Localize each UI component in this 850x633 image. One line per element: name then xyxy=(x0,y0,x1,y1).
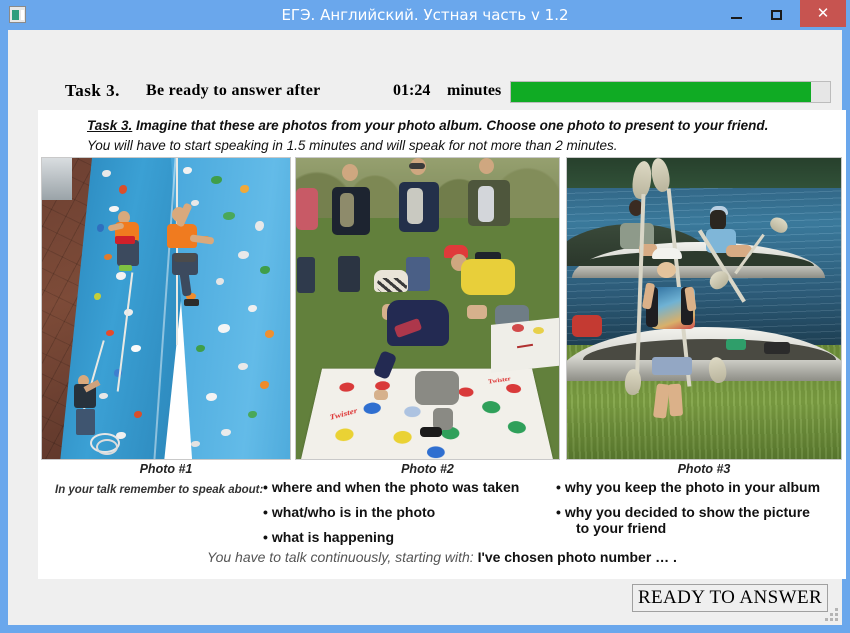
title-bar: ЕГЭ. Английский. Устная часть v 1.2 ✕ xyxy=(0,0,850,30)
countdown-timer: 01:24 xyxy=(393,82,431,99)
photo-3-far-bank xyxy=(567,158,841,189)
photo-3-red-bag xyxy=(572,314,603,337)
application-window: ЕГЭ. Английский. Устная часть v 1.2 ✕ Ta… xyxy=(0,0,850,633)
instruction-text-1: Imagine that these are photos from your … xyxy=(136,118,769,133)
list-item: • what is happening xyxy=(263,529,563,545)
instruction-task-tag: Task 3. xyxy=(87,118,133,133)
photo-2-caption: Photo #2 xyxy=(401,462,454,476)
bullet-text: what/who is in the photo xyxy=(271,504,436,520)
bullet-list-right: • why you keep the photo in your album • w… xyxy=(556,479,850,545)
closing-instruction: You have to talk continuously, starting … xyxy=(38,549,846,565)
minimize-button[interactable] xyxy=(722,0,750,28)
timer-units-label: minutes xyxy=(447,82,502,99)
instruction-line-2: You will have to start speaking in 1.5 m… xyxy=(87,138,618,153)
photo-3-green-bag xyxy=(725,338,746,350)
close-button[interactable]: ✕ xyxy=(800,0,846,27)
closing-instruction-italic: You have to talk continuously, starting … xyxy=(207,549,474,565)
photo-3-canoeing[interactable] xyxy=(566,157,842,460)
bullet-marker: • xyxy=(556,479,561,495)
speak-about-label: In your talk remember to speak about: xyxy=(55,484,264,496)
ready-prompt-label: Be ready to answer after xyxy=(146,82,321,99)
instruction-line-1: Task 3. Imagine that these are photos fr… xyxy=(87,118,768,133)
client-area: Task 3. Be ready to answer after 01:24 m… xyxy=(8,30,846,625)
photo-1-climber-woman xyxy=(104,209,154,299)
progress-bar-fill xyxy=(511,82,811,102)
photo-3-denim-shorts xyxy=(652,356,693,375)
minimize-icon xyxy=(731,17,742,19)
photo-2-standing-person-4 xyxy=(296,188,328,339)
list-item: • what/who is in the photo xyxy=(263,504,563,520)
resize-grip[interactable] xyxy=(825,608,839,622)
bullet-marker: • xyxy=(263,504,268,520)
photo-1-climber-man xyxy=(154,200,223,320)
task-content-card: Task 3. Imagine that these are photos fr… xyxy=(38,110,846,579)
bullet-text: where and when the photo was taken xyxy=(271,479,520,495)
closing-instruction-phrase: I've chosen photo number … . xyxy=(477,549,677,565)
maximize-button[interactable] xyxy=(762,0,790,28)
photo-1-belayer xyxy=(62,374,121,455)
ready-to-answer-button[interactable]: READY TO ANSWER xyxy=(632,584,828,612)
bullet-marker: • xyxy=(556,504,561,520)
bullet-marker: • xyxy=(263,479,268,495)
list-item: • why you keep the photo in your album xyxy=(556,479,850,495)
list-item: • why you decided to show the picture to … xyxy=(556,504,850,536)
photo-1-caption: Photo #1 xyxy=(139,462,193,476)
photo-2-twister-game[interactable]: Twister Twister xyxy=(295,157,560,460)
bullet-marker: • xyxy=(263,529,268,545)
task-number-label: Task 3. xyxy=(65,81,120,100)
bullet-text-continuation: to your friend xyxy=(576,520,667,536)
photo-3-girl xyxy=(638,248,715,423)
list-item: • where and when the photo was taken xyxy=(263,479,563,495)
photo-3-caption: Photo #3 xyxy=(677,462,731,476)
bullet-text: what is happening xyxy=(271,529,395,545)
maximize-icon xyxy=(771,10,782,20)
bullet-text: why you keep the photo in your album xyxy=(564,479,821,495)
countdown-progress-bar xyxy=(510,81,831,103)
photo-1-climbing-wall[interactable] xyxy=(41,157,291,460)
bullet-list-left: • where and when the photo was taken • wha… xyxy=(263,479,563,554)
bullet-text: why you decided to show the picture xyxy=(564,504,810,520)
photo-1-background-wall xyxy=(42,158,72,201)
photo-3-white-cap xyxy=(652,248,683,260)
